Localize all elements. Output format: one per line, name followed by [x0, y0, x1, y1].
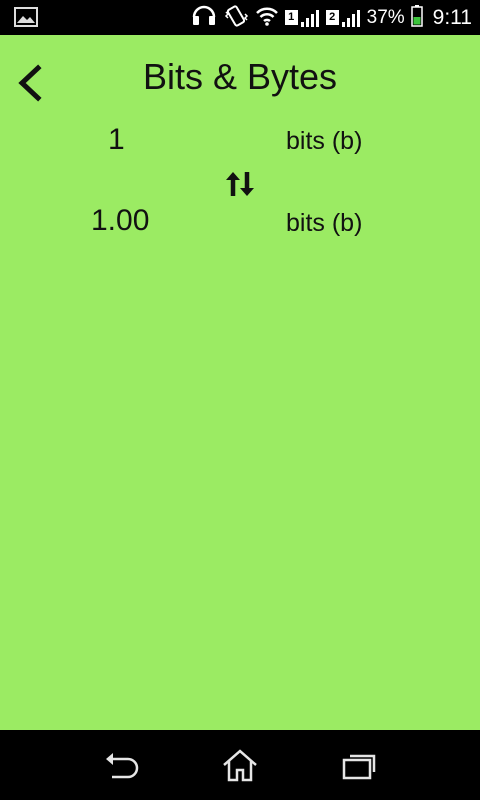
- swap-vertical-icon: [226, 172, 254, 196]
- recents-icon: [342, 754, 376, 780]
- page-title: Bits & Bytes: [142, 56, 338, 97]
- output-value-field[interactable]: 1.00: [91, 204, 149, 238]
- gallery-notification-icon: [14, 7, 38, 31]
- sim1-signal: 1: [284, 9, 320, 27]
- swap-button[interactable]: [223, 170, 257, 198]
- battery-percent: 37%: [366, 6, 405, 28]
- sim2-label: 2: [325, 10, 339, 25]
- back-icon: [106, 753, 139, 779]
- output-unit-selector[interactable]: bits (b): [286, 209, 362, 238]
- nav-back-button[interactable]: [100, 748, 144, 784]
- signal-icon: [300, 9, 319, 27]
- input-unit-selector[interactable]: bits (b): [286, 127, 362, 156]
- signal-icon: [341, 9, 360, 27]
- home-icon: [223, 749, 257, 782]
- vibrate-icon: [223, 4, 249, 32]
- nav-recents-button[interactable]: [338, 748, 382, 784]
- clock: 9:11: [432, 5, 472, 29]
- nav-home-button[interactable]: [218, 748, 262, 784]
- status-bar: 1 2 37% 9:11: [0, 0, 480, 35]
- wifi-icon: [255, 5, 279, 31]
- input-value-field[interactable]: 1: [108, 123, 125, 157]
- sim1-label: 1: [284, 10, 298, 25]
- battery-icon: [410, 4, 423, 31]
- headset-icon: [191, 5, 217, 31]
- navigation-bar: [0, 730, 480, 800]
- sim2-signal: 2: [325, 9, 361, 27]
